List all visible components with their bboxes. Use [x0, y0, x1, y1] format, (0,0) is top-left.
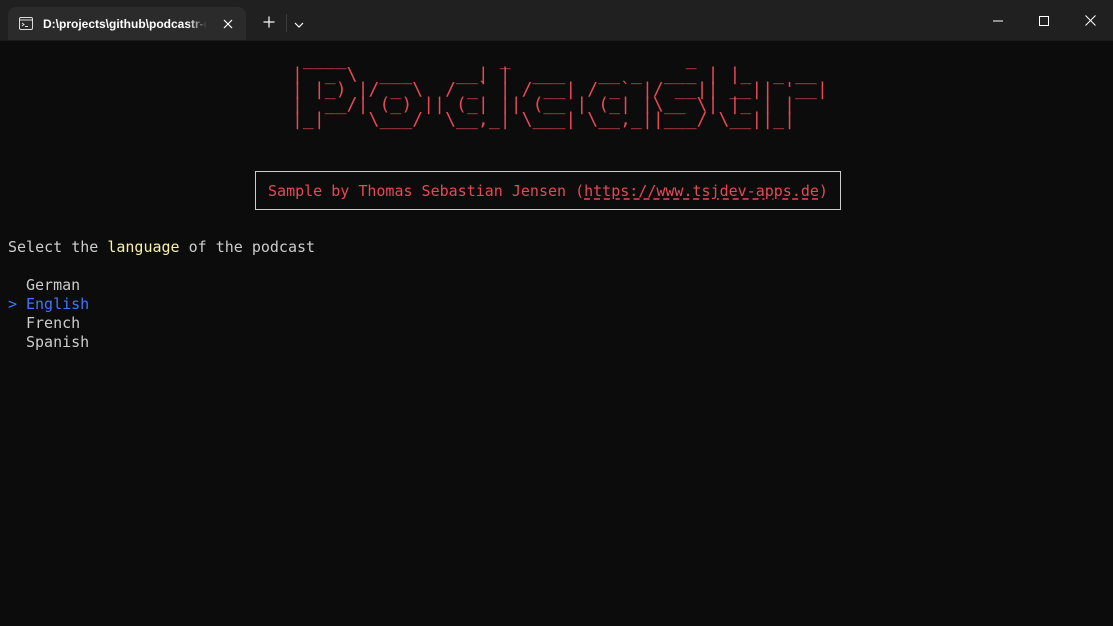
prompt-text-end: of the podcast: [179, 238, 316, 256]
close-window-button[interactable]: [1067, 0, 1113, 40]
language-options: German > English French Spanish: [8, 276, 89, 352]
maximize-button[interactable]: [1021, 0, 1067, 40]
selection-marker: >: [8, 295, 18, 313]
option-english[interactable]: > English: [8, 295, 89, 314]
terminal-icon: [18, 16, 34, 32]
ascii-banner: ____ _ _ | _ \ ___ __| | ___ __ _ ___ | …: [292, 51, 828, 130]
minimize-button[interactable]: [975, 0, 1021, 40]
option-german[interactable]: German: [8, 276, 89, 295]
close-icon: [1084, 11, 1096, 30]
option-label: Spanish: [26, 333, 90, 351]
chevron-down-icon: [294, 13, 304, 32]
title-bar: D:\projects\github\podcastr-cli: [0, 0, 1113, 41]
credit-suffix: ): [818, 181, 828, 200]
credit-prefix: Sample by Thomas Sebastian Jensen (: [268, 181, 585, 200]
credit-panel: Sample by Thomas Sebastian Jensen (https…: [255, 171, 841, 210]
new-tab-button[interactable]: [255, 8, 283, 36]
tab-title: D:\projects\github\podcastr-cli: [43, 16, 207, 31]
selection-prompt: Select the language of the podcast: [8, 238, 315, 256]
option-label: German: [26, 276, 81, 294]
credit-text: Sample by Thomas Sebastian Jensen (https…: [268, 182, 828, 200]
minimize-icon: [993, 11, 1003, 30]
banner-line: |_| \___/ \__,_| \___| \__,_||___/ \__||…: [292, 109, 828, 130]
terminal-tab[interactable]: D:\projects\github\podcastr-cli: [8, 7, 246, 40]
credit-link[interactable]: https://www.tsjdev-apps.de: [584, 182, 819, 200]
plus-icon: [263, 13, 275, 32]
prompt-highlight: language: [107, 238, 180, 256]
option-spanish[interactable]: Spanish: [8, 333, 89, 352]
option-label: French: [26, 314, 81, 332]
tab-dropdown-button[interactable]: [285, 8, 313, 36]
prompt-text: Select the: [8, 238, 108, 256]
option-french[interactable]: French: [8, 314, 89, 333]
tab-close-icon[interactable]: [220, 16, 236, 32]
maximize-icon: [1039, 11, 1049, 30]
option-label: English: [26, 295, 90, 313]
